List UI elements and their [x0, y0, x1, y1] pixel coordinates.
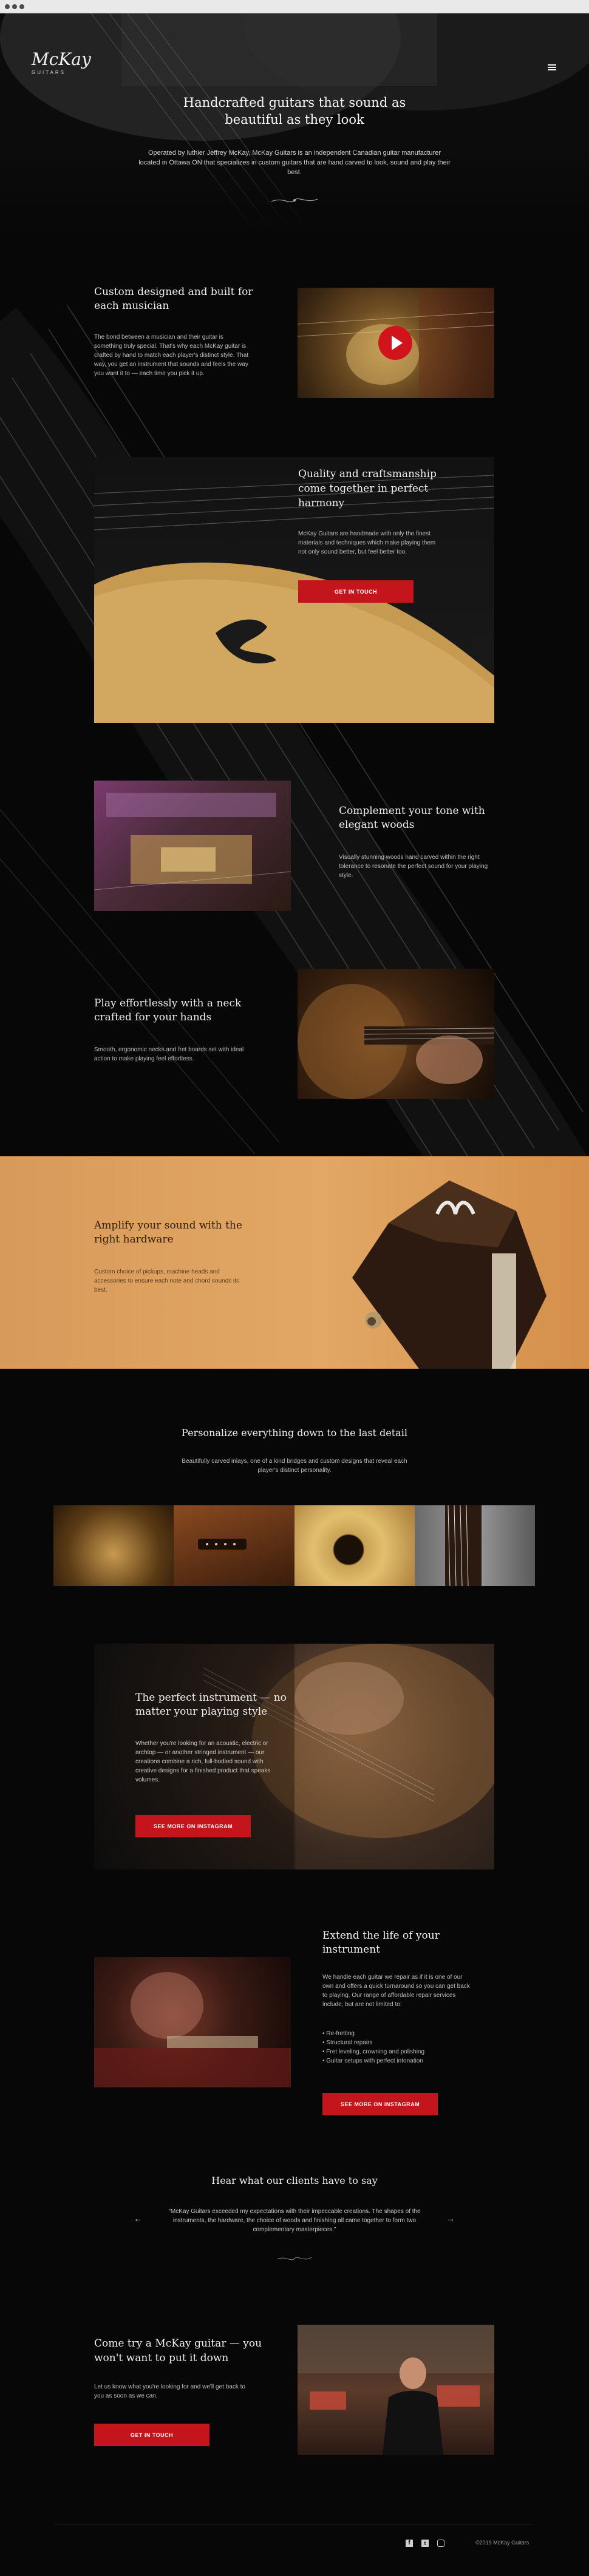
testimonial-title: Hear what our clients have to say: [211, 2175, 378, 2186]
window-dot[interactable]: [19, 4, 24, 9]
list-item: • Guitar setups with perfect intonation: [322, 2058, 423, 2064]
section-title: Extend the life of your instrument: [322, 1930, 440, 1956]
player-image: The perfect instrument — no matter your …: [94, 1644, 494, 1869]
section-title: The perfect instrument — no matter your …: [135, 1692, 287, 1718]
hero-title: Handcrafted guitars that sound as beauti…: [183, 95, 406, 127]
window-dot[interactable]: [5, 4, 10, 9]
workshop-woods-image: [94, 781, 291, 911]
browser-chrome: [0, 0, 589, 13]
video-thumbnail[interactable]: [298, 288, 494, 398]
copyright-text: ©2019 McKay Guitars: [475, 2540, 529, 2546]
testimonial-quote: "McKay Guitars exceeded my expectations …: [168, 2208, 421, 2233]
window-dot[interactable]: [12, 4, 17, 9]
cta-title: Come try a McKay guitar — you won't want…: [94, 2337, 262, 2364]
detail-gallery: [53, 1505, 535, 1587]
list-item: • Re-fretting: [322, 2030, 355, 2037]
section-text: Beautifully carved inlays, one of a kind…: [182, 1458, 407, 1474]
instagram-button[interactable]: SEE MORE ON INSTAGRAM: [135, 1815, 251, 1837]
hero-section: McKay GUITARS Handcrafted guitars that s…: [0, 13, 589, 232]
headstock-hardware-image: [352, 1181, 546, 1369]
gallery-image-soundhole[interactable]: [53, 1505, 174, 1586]
play-icon[interactable]: [378, 326, 412, 360]
section-title: Play effortlessly with a neck crafted fo…: [94, 997, 242, 1023]
section-text: McKay Guitars are handmade with only the…: [298, 530, 436, 555]
section-title: Complement your tone with elegant woods: [339, 805, 485, 831]
brand-sub: GUITARS: [32, 70, 66, 75]
luthier-portrait: [298, 2325, 494, 2455]
hardware-section: Amplify your sound with the right hardwa…: [0, 1156, 589, 1369]
section-text: Visually stunning woods hand carved with…: [339, 854, 488, 879]
list-item: • Structural repairs: [322, 2039, 373, 2046]
gallery-image-fretboard[interactable]: [414, 1505, 535, 1587]
archtop-guitar-image: Quality and craftsmanship come together …: [94, 457, 494, 723]
section-title: Quality and craftsmanship come together …: [298, 468, 437, 509]
guitar-neck-image: [298, 969, 494, 1099]
social-links: f t: [406, 2539, 444, 2547]
section-text: Whether you're looking for an acoustic, …: [135, 1740, 271, 1783]
flourish-icon: [271, 198, 318, 203]
list-item: • Fret leveling, crowning and polishing: [322, 2049, 425, 2055]
brand-name: McKay: [32, 49, 91, 69]
section-text: The bond between a musician and their gu…: [94, 334, 249, 377]
repair-services-list: • Re-fretting • Structural repairs • Fre…: [322, 2029, 480, 2066]
section-title: Personalize everything down to the last …: [182, 1427, 407, 1439]
section-title: Amplify your sound with the right hardwa…: [94, 1219, 242, 1246]
facebook-icon[interactable]: f: [406, 2540, 413, 2547]
instagram-icon[interactable]: [437, 2540, 444, 2547]
twitter-icon[interactable]: t: [421, 2540, 429, 2547]
instagram-button[interactable]: SEE MORE ON INSTAGRAM: [322, 2093, 438, 2115]
hero-text: Operated by luthier Jeffrey McKay, McKay…: [138, 149, 451, 176]
section-text: Smooth, ergonomic necks and fret boards …: [94, 1046, 244, 1062]
section-text: Custom choice of pickups, machine heads …: [94, 1269, 240, 1293]
section-text: We handle each guitar we repair as if it…: [322, 1974, 470, 2008]
flourish-icon: [277, 2257, 312, 2260]
get-in-touch-button[interactable]: GET IN TOUCH: [298, 580, 414, 603]
gallery-image-bridge[interactable]: [174, 1505, 294, 1586]
arrow-left-icon[interactable]: ←: [134, 2214, 142, 2223]
section-title: Custom designed and built for each music…: [94, 286, 253, 312]
brand-logo[interactable]: McKay GUITARS: [32, 51, 91, 75]
gallery-image-rosette[interactable]: [294, 1505, 415, 1586]
arrow-right-icon[interactable]: →: [446, 2214, 455, 2223]
repair-image: [94, 1957, 291, 2087]
get-in-touch-button[interactable]: GET IN TOUCH: [94, 2424, 209, 2446]
cta-text: Let us know what you're looking for and …: [94, 2384, 245, 2399]
menu-icon[interactable]: [548, 64, 556, 71]
